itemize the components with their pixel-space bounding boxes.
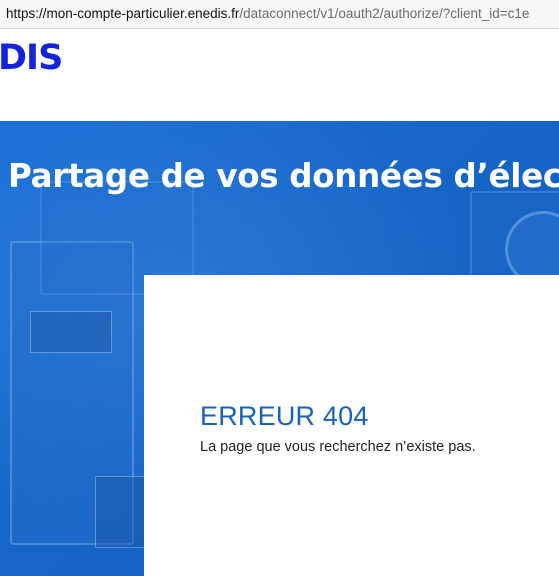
meter-screen-illustration bbox=[95, 476, 147, 548]
error-message: La page que vous recherchez n’existe pas… bbox=[200, 439, 476, 455]
error-card: ERREUR 404 La page que vous recherchez n… bbox=[144, 275, 559, 576]
site-header: DIS bbox=[0, 29, 559, 121]
error-title: ERREUR 404 bbox=[200, 401, 369, 431]
browser-address-bar[interactable]: https://mon-compte-particulier.enedis.fr… bbox=[0, 0, 559, 29]
meter-screen-illustration bbox=[30, 311, 112, 353]
url-path: /dataconnect/v1/oauth2/authorize/?client… bbox=[239, 6, 530, 21]
url-text[interactable]: https://mon-compte-particulier.enedis.fr… bbox=[6, 6, 529, 21]
url-domain: https://mon-compte-particulier.enedis.fr bbox=[6, 6, 240, 21]
page-title: Partage de vos données d’élect bbox=[8, 157, 559, 195]
enedis-logo[interactable]: DIS bbox=[0, 41, 63, 76]
